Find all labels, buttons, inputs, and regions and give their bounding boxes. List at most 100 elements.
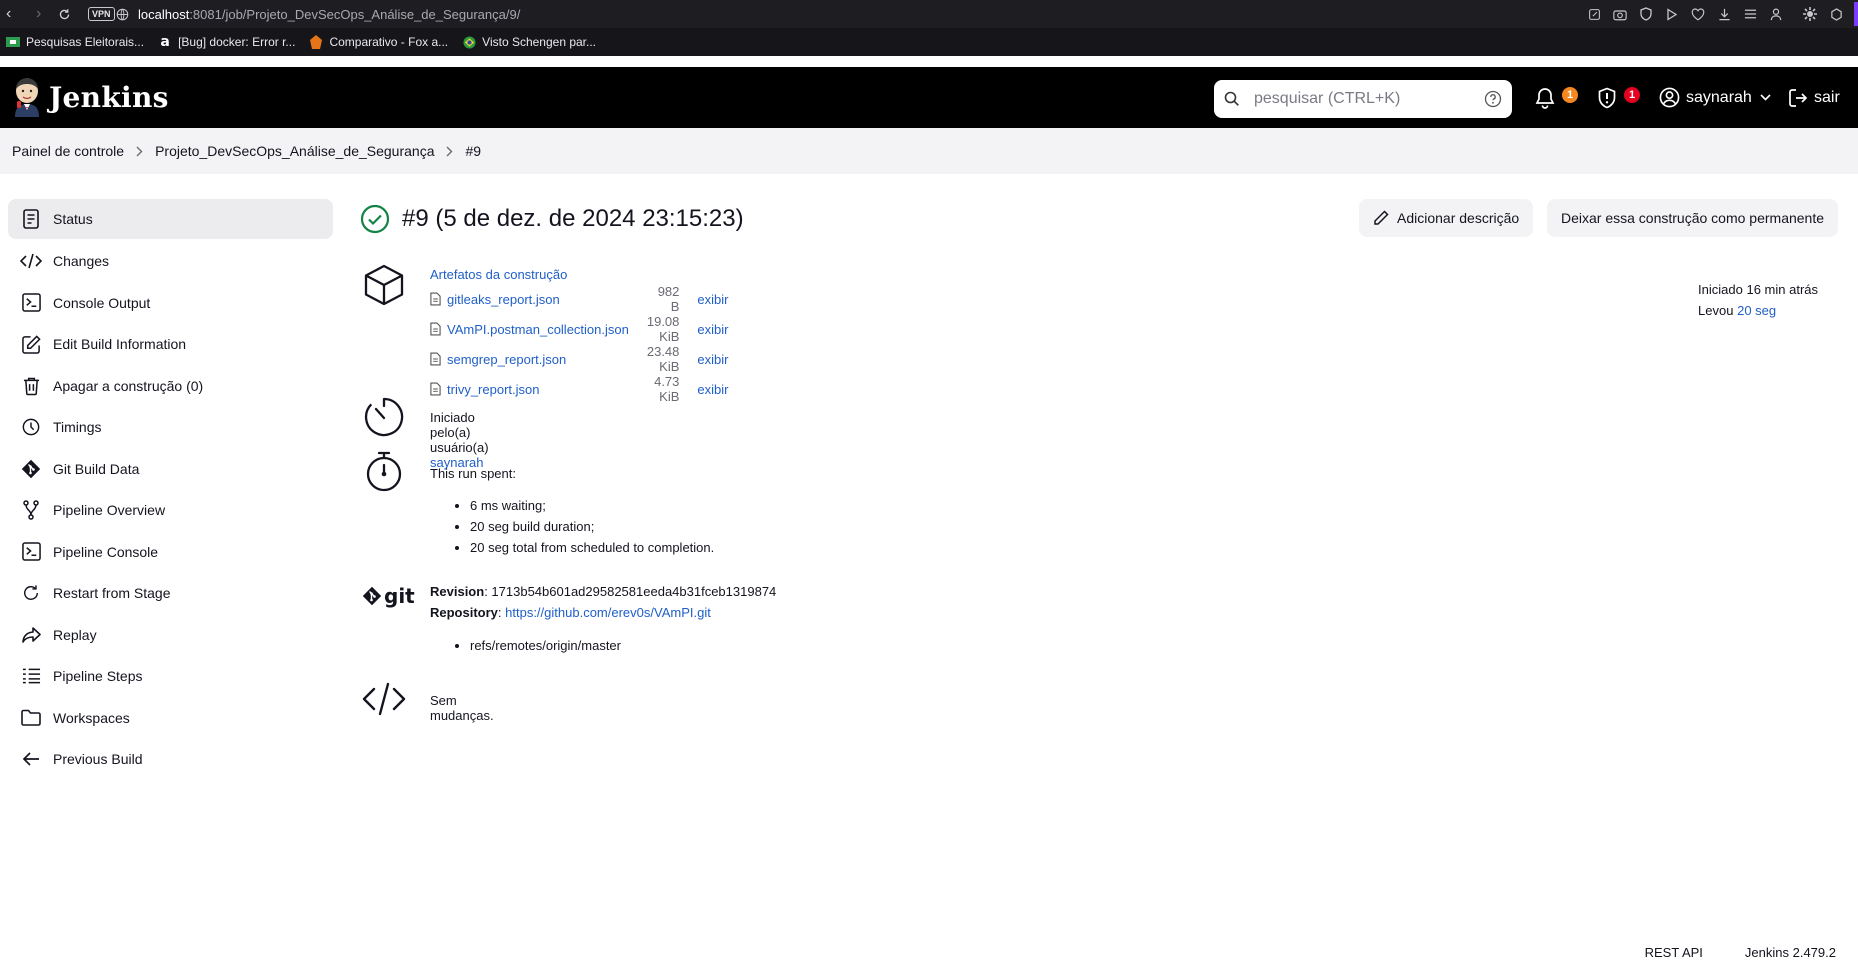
- sidebar-item-status[interactable]: Status: [8, 199, 333, 239]
- build-title-row: #9 (5 de dez. de 2024 23:15:23): [360, 199, 744, 239]
- forward-button[interactable]: ›: [36, 0, 41, 28]
- revision-value: 1713b54b601ad29582581eeda4b31fceb1319874: [491, 584, 777, 599]
- sidebar-accent: [1854, 2, 1858, 26]
- site-info-icon[interactable]: [116, 0, 129, 28]
- add-description-button[interactable]: Adicionar descrição: [1359, 199, 1534, 237]
- sidebar-item-previous-build[interactable]: Previous Build: [8, 739, 333, 781]
- reload-button[interactable]: [58, 0, 71, 28]
- sidebar-item-pipeline-steps[interactable]: Pipeline Steps: [8, 656, 333, 698]
- sidebar-item-git-build-data[interactable]: Git Build Data: [8, 448, 333, 490]
- run-spent-title: This run spent:: [430, 466, 516, 481]
- edit-page-icon[interactable]: [1586, 6, 1602, 22]
- chevron-down-icon: [1760, 94, 1771, 101]
- sidebar-item-replay[interactable]: Replay: [8, 614, 333, 656]
- search-icon: [1224, 91, 1239, 106]
- logout-label: sair: [1814, 88, 1840, 106]
- sidebar-item-pipeline-console[interactable]: Pipeline Console: [8, 531, 333, 573]
- sidebar-item-console-output[interactable]: Console Output: [8, 282, 333, 324]
- bookmark-item[interactable]: Comparativo - Fox a...: [309, 35, 448, 49]
- search-box[interactable]: [1214, 80, 1512, 118]
- sidebar-item-restart-from-stage[interactable]: Restart from Stage: [8, 573, 333, 615]
- started-label: Iniciado 16 min atrás: [1698, 282, 1818, 297]
- profile-icon[interactable]: [1768, 6, 1784, 22]
- search-input[interactable]: [1252, 89, 1484, 109]
- artifact-link[interactable]: semgrep_report.json: [447, 352, 566, 367]
- sidebar-item-pipeline-overview[interactable]: Pipeline Overview: [8, 490, 333, 532]
- address-bar[interactable]: localhost:8081/job/Projeto_DevSecOps_Aná…: [138, 0, 520, 28]
- breadcrumb-item-dashboard[interactable]: Painel de controle: [12, 143, 124, 159]
- restart-icon: [20, 582, 42, 604]
- list-item: 6 ms waiting;: [470, 495, 930, 516]
- git-logo-text: git: [384, 584, 415, 608]
- bookmark-item[interactable]: a [Bug] docker: Error r...: [158, 34, 295, 50]
- download-icon[interactable]: [1716, 6, 1732, 22]
- bookmark-favicon-icon: a: [160, 34, 170, 50]
- user-menu[interactable]: saynarah: [1659, 67, 1771, 128]
- sidebar: Status Changes Console Output Edit Build…: [8, 199, 333, 780]
- footer: REST API Jenkins 2.479.2: [1645, 945, 1836, 960]
- user-icon: [1659, 87, 1680, 108]
- file-icon: [430, 314, 447, 344]
- bell-icon: [1535, 87, 1555, 109]
- artifact-view-link[interactable]: exibir: [697, 322, 728, 337]
- vpn-badge[interactable]: VPN: [88, 0, 115, 28]
- artifacts-table: gitleaks_report.json 982 B exibir VAmPI.…: [430, 284, 728, 404]
- artifact-view-link[interactable]: exibir: [697, 382, 728, 397]
- file-icon: [430, 344, 447, 374]
- logout-button[interactable]: sair: [1788, 67, 1840, 128]
- user-name: saynarah: [1686, 88, 1752, 106]
- sidebar-item-workspaces[interactable]: Workspaces: [8, 697, 333, 739]
- artifact-size: 23.48 KiB: [646, 344, 680, 374]
- settings-icon[interactable]: [1828, 6, 1844, 22]
- extensions-icon[interactable]: [1802, 6, 1818, 22]
- bookmark-item[interactable]: Pesquisas Eleitorais...: [6, 35, 144, 49]
- bookmark-favicon-icon: [462, 35, 476, 49]
- security-button[interactable]: [1597, 67, 1617, 128]
- breadcrumb-item-build[interactable]: #9: [465, 143, 481, 159]
- trash-icon: [20, 375, 42, 397]
- steps-icon: [20, 665, 42, 687]
- sidebar-item-timings[interactable]: Timings: [8, 407, 333, 449]
- artifact-view-link[interactable]: exibir: [697, 352, 728, 367]
- table-row: gitleaks_report.json 982 B exibir: [430, 284, 728, 314]
- notifications-button[interactable]: [1535, 67, 1555, 128]
- artifacts-title-link[interactable]: Artefatos da construção: [430, 267, 567, 282]
- play-icon[interactable]: [1664, 6, 1680, 22]
- bookmarks-bar: Pesquisas Eleitorais... a [Bug] docker: …: [0, 28, 1858, 56]
- keep-forever-button[interactable]: Deixar essa construção como permanente: [1547, 199, 1839, 237]
- artifact-view-link[interactable]: exibir: [697, 292, 728, 307]
- back-icon: ‹: [6, 5, 12, 22]
- shield-warning-icon: [1598, 87, 1616, 108]
- artifact-link[interactable]: trivy_report.json: [447, 382, 539, 397]
- artifact-link[interactable]: gitleaks_report.json: [447, 292, 560, 307]
- artifact-size: 4.73 KiB: [654, 374, 680, 404]
- stopwatch-icon: [20, 416, 42, 438]
- duration-link[interactable]: 20 seg: [1737, 303, 1776, 318]
- bookmark-favicon-icon: [6, 36, 20, 48]
- jenkins-logo[interactable]: Jenkins: [11, 77, 169, 117]
- sidebar-item-changes[interactable]: Changes: [8, 241, 333, 283]
- no-changes-text: Sem mudanças.: [430, 693, 494, 723]
- bookmark-item[interactable]: Visto Schengen par...: [462, 35, 596, 49]
- repository-link[interactable]: https://github.com/erev0s/VAmPI.git: [505, 605, 711, 620]
- heart-icon[interactable]: [1690, 6, 1706, 22]
- page-title: #9 (5 de dez. de 2024 23:15:23): [402, 205, 744, 232]
- jenkins-version-link[interactable]: Jenkins 2.479.2: [1745, 945, 1836, 960]
- menu-icon[interactable]: [1742, 6, 1758, 22]
- git-icon: [20, 458, 42, 480]
- stopwatch-icon: [362, 450, 406, 494]
- breadcrumb-item-job[interactable]: Projeto_DevSecOps_Análise_de_Segurança: [155, 143, 434, 159]
- back-button[interactable]: ‹: [6, 0, 11, 28]
- breadcrumb: Painel de controle Projeto_DevSecOps_Aná…: [0, 128, 1858, 174]
- terminal-icon: [20, 292, 42, 314]
- build-time-info: Iniciado 16 min atrás Levou 20 seg: [1698, 279, 1818, 321]
- artifact-link[interactable]: VAmPI.postman_collection.json: [447, 322, 629, 337]
- notifications-badge: 1: [1562, 87, 1578, 103]
- help-icon[interactable]: [1484, 90, 1502, 108]
- sidebar-item-delete-build[interactable]: Apagar a construção (0): [8, 365, 333, 407]
- camera-icon[interactable]: [1612, 6, 1628, 22]
- file-icon: [430, 374, 447, 404]
- sidebar-item-edit-build-information[interactable]: Edit Build Information: [8, 324, 333, 366]
- rest-api-link[interactable]: REST API: [1645, 945, 1703, 960]
- shield-icon[interactable]: [1638, 6, 1654, 22]
